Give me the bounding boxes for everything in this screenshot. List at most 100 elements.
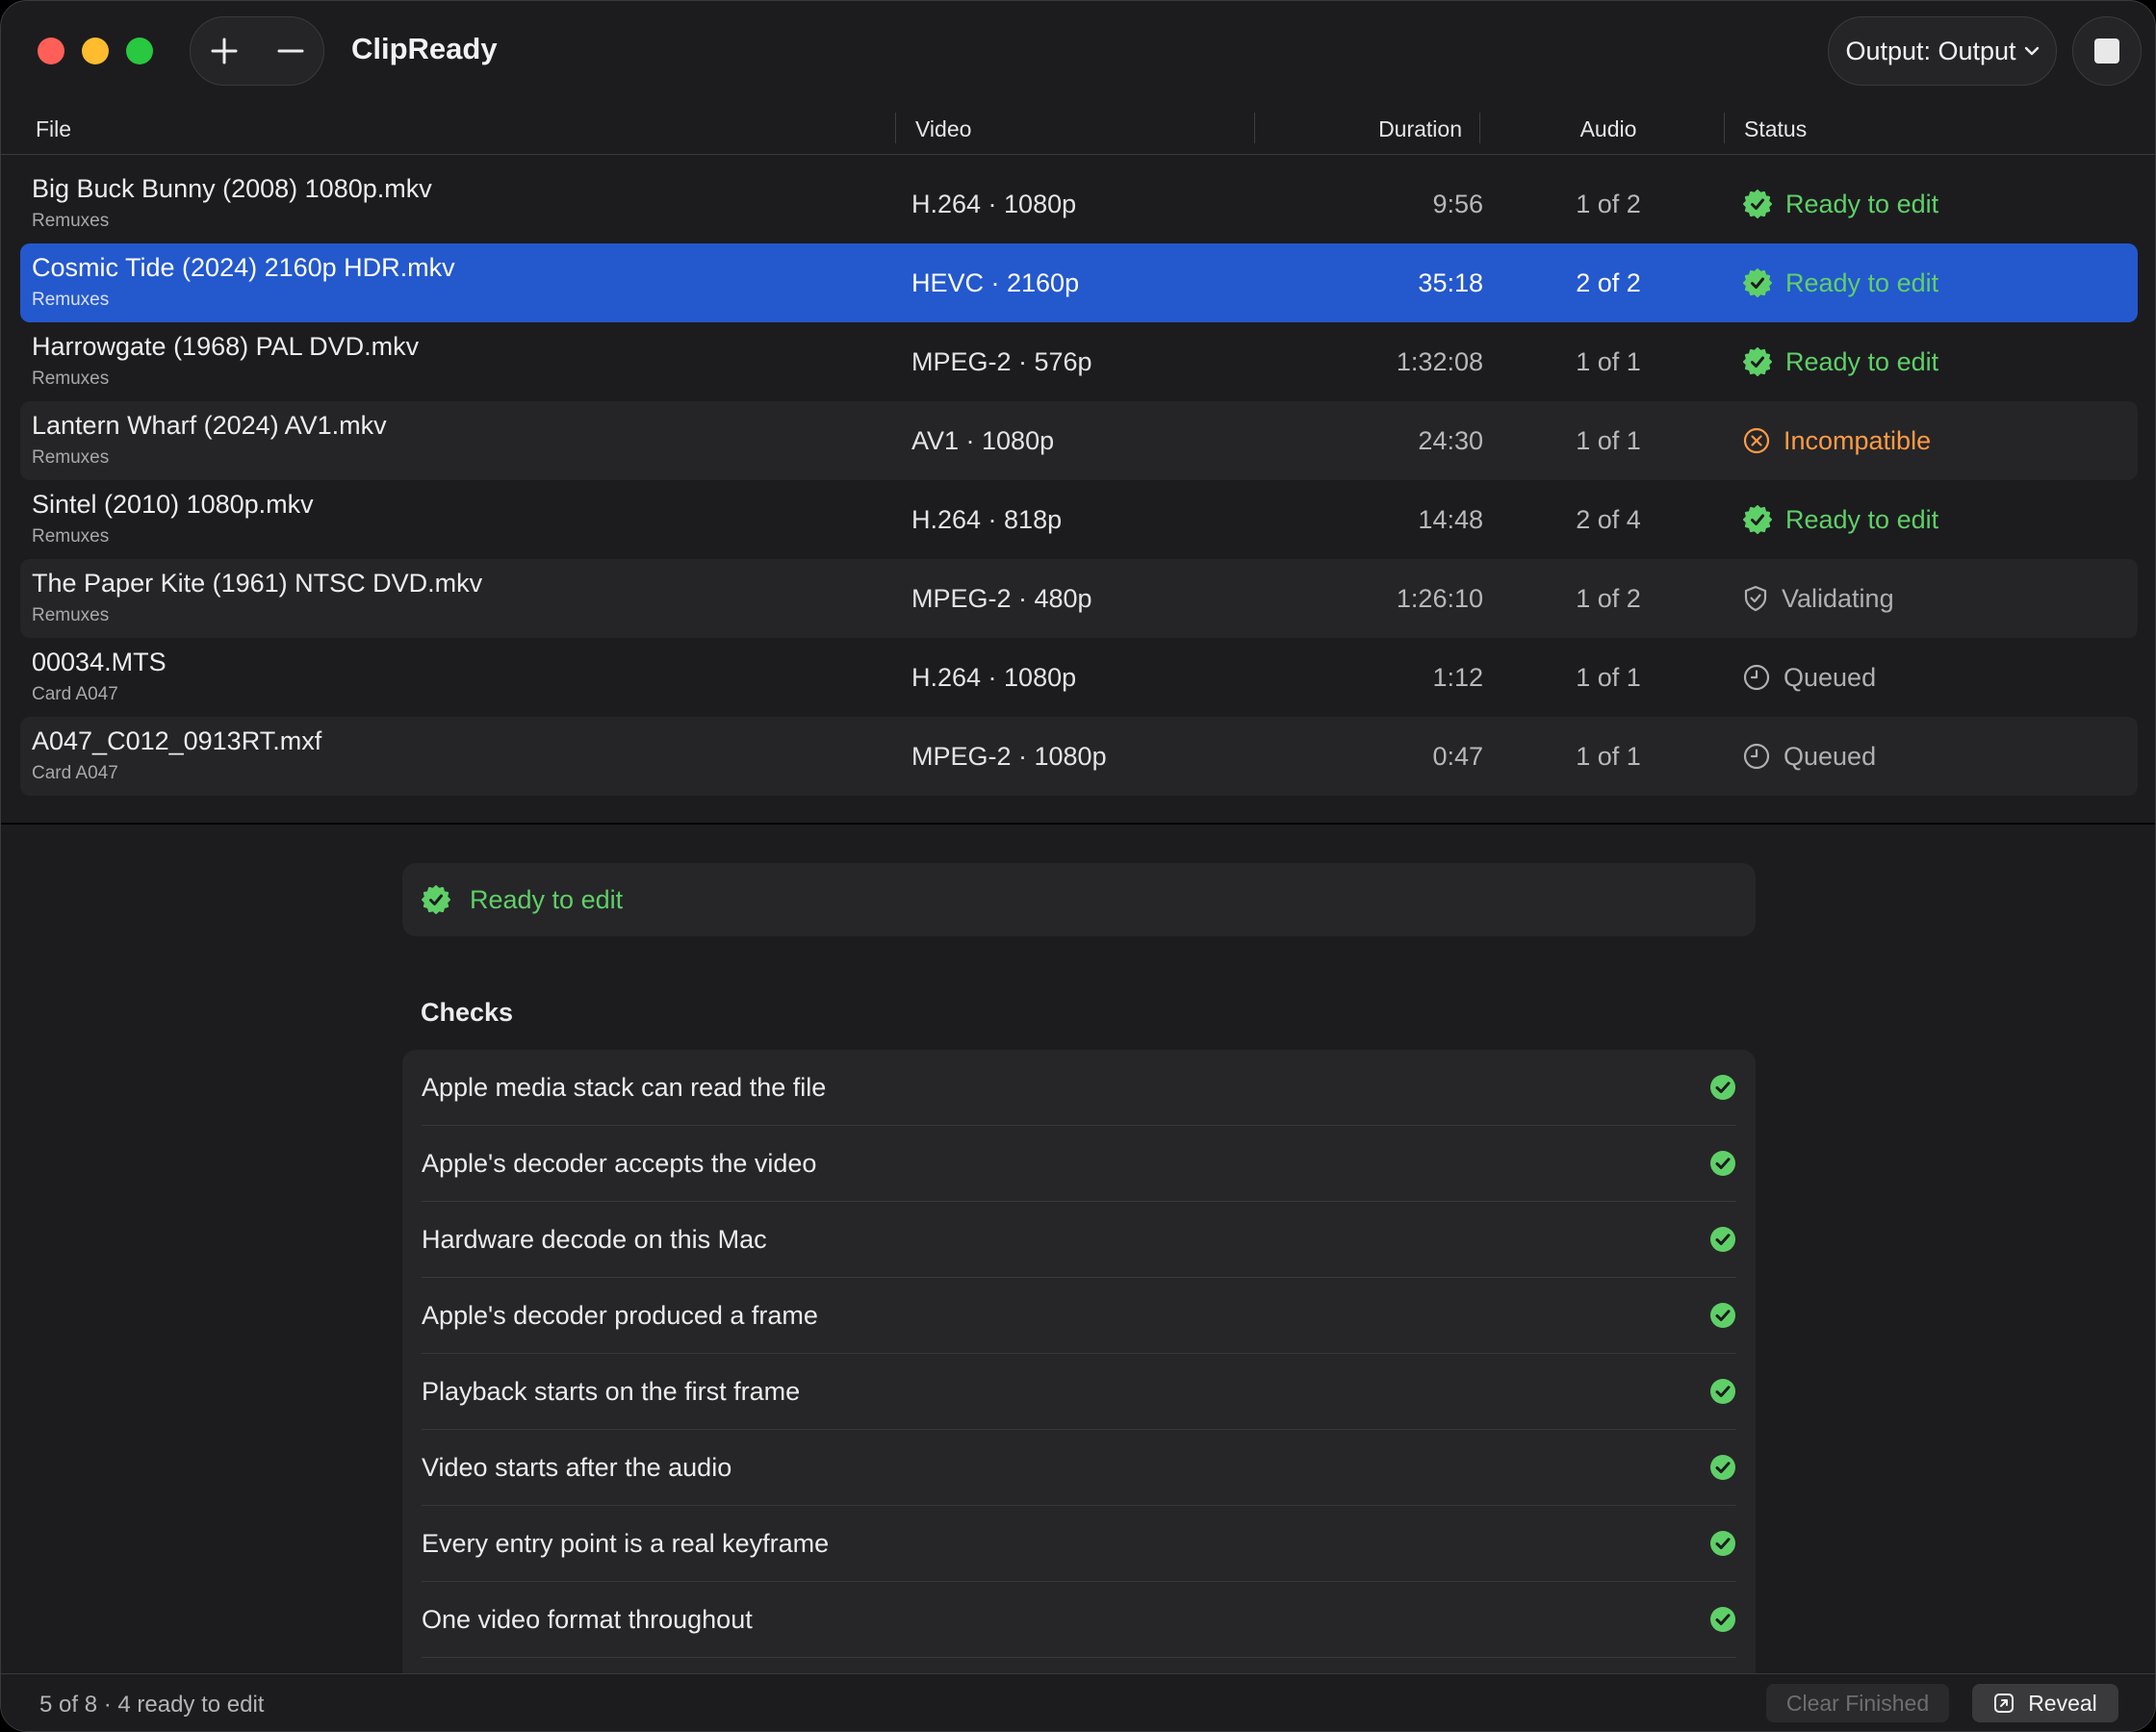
- check-circle-icon: [1709, 1150, 1736, 1177]
- audio-tracks: 1 of 1: [1576, 742, 1641, 771]
- column-divider[interactable]: [1724, 113, 1725, 143]
- minus-icon: [277, 49, 303, 53]
- status-cell: Ready to edit: [1743, 344, 1938, 380]
- audio-tracks: 2 of 4: [1576, 505, 1641, 534]
- status-text: Ready to edit: [1785, 267, 1939, 297]
- file-source: Remuxes: [32, 211, 110, 231]
- check-label: Apple's decoder accepts the video: [422, 1148, 817, 1178]
- status-cell: Incompatible: [1743, 422, 1931, 459]
- status-cell: Queued: [1743, 659, 1876, 696]
- check-circle-icon: [1709, 1606, 1736, 1633]
- close-window-button[interactable]: [38, 38, 64, 64]
- table-row[interactable]: Big Buck Bunny (2008) 1080p.mkv Remuxes …: [20, 165, 2138, 243]
- zoom-window-button[interactable]: [126, 38, 153, 64]
- status-cell: Ready to edit: [1743, 501, 1938, 538]
- check-circle-icon: [1709, 1074, 1736, 1101]
- table-row[interactable]: The Paper Kite (1961) NTSC DVD.mkv Remux…: [20, 559, 2138, 638]
- file-name: Big Buck Bunny (2008) 1080p.mkv: [32, 174, 432, 203]
- check-label: Every entry point is a real keyframe: [422, 1528, 830, 1558]
- check-row: Hardware decode on this Mac: [422, 1202, 1736, 1278]
- status-cell: Validating: [1743, 580, 1894, 617]
- reveal-button[interactable]: Reveal: [1972, 1684, 2118, 1722]
- check-row: Every entry point is a real keyframe: [422, 1506, 1736, 1582]
- table-row[interactable]: Cosmic Tide (2024) 2160p HDR.mkv Remuxes…: [20, 243, 2138, 322]
- check-label: Apple media stack can read the file: [422, 1072, 827, 1102]
- duration: 1:26:10: [1396, 584, 1483, 613]
- audio-tracks: 1 of 1: [1576, 663, 1641, 692]
- footer-status-text: 5 of 8 · 4 ready to edit: [39, 1692, 265, 1718]
- video-format: MPEG-2 · 480p: [911, 584, 1092, 613]
- table-row[interactable]: A047_C012_0913RT.mxf Card A047 MPEG-2 · …: [20, 717, 2138, 796]
- shield-check-icon: [1743, 585, 1768, 612]
- check-circle-icon: [1709, 1378, 1736, 1405]
- checks-heading: Checks: [421, 998, 514, 1027]
- check-circle-icon: [1709, 1226, 1736, 1253]
- duration: 14:48: [1418, 505, 1483, 534]
- audio-tracks: 1 of 2: [1576, 190, 1641, 218]
- column-header-audio[interactable]: Audio: [1522, 115, 1695, 143]
- status-text: Ready to edit: [1785, 189, 1939, 218]
- check-row: One video format throughout: [422, 1582, 1736, 1658]
- column-header-file[interactable]: File: [36, 115, 71, 143]
- duration: 1:32:08: [1396, 347, 1483, 376]
- add-file-button[interactable]: [191, 17, 257, 85]
- check-circle-icon: [1709, 1302, 1736, 1329]
- plus-icon: [211, 38, 237, 64]
- duration: 9:56: [1432, 190, 1483, 218]
- column-header-status[interactable]: Status: [1744, 115, 1807, 143]
- file-source: Card A047: [32, 684, 118, 704]
- column-divider[interactable]: [1254, 113, 1255, 143]
- duration: 1:12: [1432, 663, 1483, 692]
- column-header-duration[interactable]: Duration: [1310, 115, 1462, 143]
- reveal-label: Reveal: [2028, 1690, 2097, 1716]
- column-divider[interactable]: [1479, 113, 1480, 143]
- check-label: Apple's decoder produced a frame: [422, 1300, 818, 1330]
- file-source: Remuxes: [32, 369, 110, 389]
- video-format: H.264 · 818p: [911, 505, 1063, 534]
- check-label: Video starts after the audio: [422, 1452, 732, 1482]
- column-divider[interactable]: [895, 113, 896, 143]
- checkmark-seal-icon: [1743, 347, 1772, 376]
- table-row[interactable]: Sintel (2010) 1080p.mkv Remuxes H.264 · …: [20, 480, 2138, 559]
- audio-tracks: 1 of 1: [1576, 347, 1641, 376]
- output-folder-popup[interactable]: Output: Output: [1828, 16, 2057, 86]
- file-name: The Paper Kite (1961) NTSC DVD.mkv: [32, 569, 483, 598]
- reveal-arrow-icon: [1994, 1694, 2015, 1713]
- detail-pane: Ready to edit Checks Apple media stack c…: [1, 825, 2155, 1685]
- table-row[interactable]: 00034.MTS Card A047 H.264 · 1080p 1:12 1…: [20, 638, 2138, 717]
- checkmark-seal-icon: [1743, 190, 1772, 218]
- output-label: Output: Output: [1845, 36, 2016, 65]
- video-format: H.264 · 1080p: [911, 663, 1077, 692]
- column-header-video[interactable]: Video: [915, 115, 971, 143]
- table-header: File Video Duration Audio Status: [1, 101, 2155, 155]
- status-banner: Ready to edit: [402, 863, 1756, 936]
- check-row: Playback starts on the first frame: [422, 1354, 1736, 1430]
- status-text: Queued: [1784, 741, 1877, 771]
- file-source: Card A047: [32, 763, 118, 783]
- table-row[interactable]: Harrowgate (1968) PAL DVD.mkv Remuxes MP…: [20, 322, 2138, 401]
- file-source: Remuxes: [32, 447, 110, 468]
- chevron-down-icon: [2024, 46, 2039, 56]
- video-format: MPEG-2 · 576p: [911, 347, 1092, 376]
- title-bar: ClipReady Output: Output: [1, 1, 2155, 101]
- app-window: ClipReady Output: Output File Video Dura…: [0, 0, 2156, 1732]
- duration: 35:18: [1418, 268, 1483, 297]
- checks-list: Apple media stack can read the file Appl…: [402, 1050, 1756, 1685]
- status-cell: Ready to edit: [1743, 265, 1938, 301]
- status-text: Validating: [1782, 583, 1894, 613]
- stop-button[interactable]: [2072, 16, 2142, 86]
- minimize-window-button[interactable]: [82, 38, 109, 64]
- file-source: Remuxes: [32, 605, 110, 625]
- remove-file-button[interactable]: [257, 17, 323, 85]
- audio-tracks: 1 of 2: [1576, 584, 1641, 613]
- table-row[interactable]: Lantern Wharf (2024) AV1.mkv Remuxes AV1…: [20, 401, 2138, 480]
- status-text: Ready to edit: [1785, 346, 1939, 376]
- checkmark-seal-icon: [1743, 268, 1772, 297]
- file-name: A047_C012_0913RT.mxf: [32, 726, 322, 755]
- file-source: Remuxes: [32, 526, 110, 547]
- clear-finished-button[interactable]: Clear Finished: [1766, 1684, 1949, 1722]
- duration: 24:30: [1418, 426, 1483, 455]
- checkmark-seal-icon: [422, 885, 450, 914]
- footer-bar: 5 of 8 · 4 ready to edit Clear Finished …: [1, 1673, 2155, 1731]
- status-text: Incompatible: [1784, 425, 1932, 455]
